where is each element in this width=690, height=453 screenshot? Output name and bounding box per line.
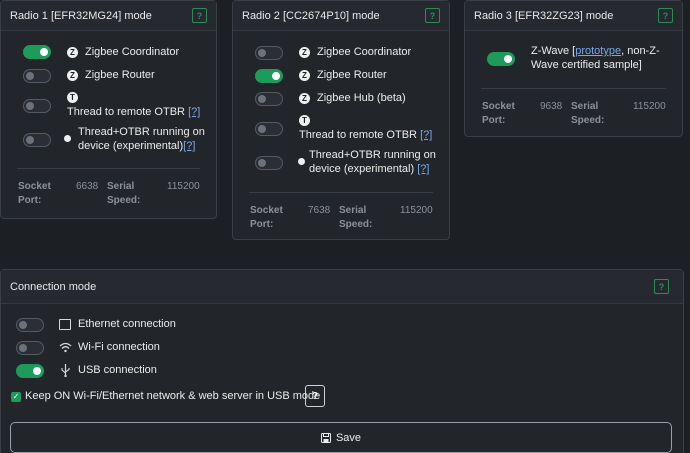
radio1-toggle-zigbee-router[interactable] xyxy=(23,69,51,83)
radio1-socket-port-label: Socket Port: xyxy=(18,181,51,206)
radio2-label-thread-otbr: Thread+OTBR running on device (experimen… xyxy=(309,148,436,176)
radio1-thread-remote-help-link[interactable]: [?] xyxy=(188,106,200,118)
zigbee-icon: Z xyxy=(299,47,310,58)
toggle-wifi[interactable] xyxy=(16,341,44,355)
radio1-serial-speed-value: 115200 xyxy=(167,181,200,192)
zigbee-icon: Z xyxy=(67,70,78,81)
radio2-card: Radio 2 [CC2674P10] mode ? Z Zigbee Coor… xyxy=(232,0,450,240)
keep-on-help-button[interactable]: ? xyxy=(305,385,325,407)
connection-header: Connection mode ? xyxy=(1,270,683,304)
connection-help-button[interactable]: ? xyxy=(654,279,669,294)
radio1-toggle-thread-remote[interactable] xyxy=(23,99,51,113)
radio3-zwave-post: , non-Z- xyxy=(621,45,660,57)
radio2-thread-otbr-line1: Thread+OTBR running on xyxy=(309,149,436,161)
radio2-toggle-thread-otbr[interactable] xyxy=(255,156,283,170)
radio2-label-zigbee-hub: Zigbee Hub (beta) xyxy=(317,92,406,104)
radio2-serial-speed-label: Serial Speed: xyxy=(339,205,373,230)
radio2-header: Radio 2 [CC2674P10] mode ? xyxy=(233,1,449,31)
radio2-label-zigbee-router: Zigbee Router xyxy=(317,69,387,81)
radio2-help-button[interactable]: ? xyxy=(425,8,440,23)
radio2-toggle-thread-remote[interactable] xyxy=(255,122,283,136)
radio1-label-thread-otbr: Thread+OTBR running on device (experimen… xyxy=(78,125,205,153)
radio2-thread-otbr-line2: device (experimental) xyxy=(309,163,415,175)
radio1-label-thread-remote: Thread to remote OTBR [?] xyxy=(67,105,200,119)
radio2-label-thread-remote: Thread to remote OTBR [?] xyxy=(299,128,432,142)
thread-icon xyxy=(298,158,305,165)
connection-title: Connection mode xyxy=(10,280,97,293)
zigbee-icon: Z xyxy=(299,93,310,104)
radio3-divider xyxy=(481,88,666,89)
radio1-card: Radio 1 [EFR32MG24] mode ? Z Zigbee Coor… xyxy=(0,0,217,219)
radio2-toggle-zigbee-router[interactable] xyxy=(255,69,283,83)
radio1-toggle-zigbee-coordinator[interactable] xyxy=(23,45,51,59)
radio2-serial-speed-value: 115200 xyxy=(400,205,433,216)
radio3-prototype-link[interactable]: prototype xyxy=(575,45,621,57)
radio2-divider xyxy=(249,192,433,193)
radio1-serial-speed-label: Serial Speed: xyxy=(107,181,141,206)
zigbee-icon: Z xyxy=(299,70,310,81)
radio1-thread-otbr-help-link[interactable]: [?] xyxy=(183,140,195,152)
radio1-label-zigbee-router: Zigbee Router xyxy=(85,69,155,81)
radio1-label-zigbee-coordinator: Zigbee Coordinator xyxy=(85,46,180,58)
save-icon xyxy=(320,432,331,443)
radio1-thread-otbr-line1: Thread+OTBR running on xyxy=(78,126,205,138)
save-button[interactable]: Save xyxy=(10,422,672,453)
radio2-title: Radio 2 [CC2674P10] mode xyxy=(242,9,380,22)
zigbee-icon: Z xyxy=(67,47,78,58)
label-wifi: Wi-Fi connection xyxy=(78,341,160,353)
toggle-ethernet[interactable] xyxy=(16,318,44,332)
radio1-toggle-thread-otbr[interactable] xyxy=(23,133,51,147)
radio3-card: Radio 3 [EFR32ZG23] mode ? Z-Wave [proto… xyxy=(464,0,683,137)
radio3-serial-speed-label: Serial Speed: xyxy=(571,101,605,126)
radio2-thread-remote-text: Thread to remote OTBR xyxy=(299,129,417,141)
radio2-toggle-zigbee-hub[interactable] xyxy=(255,92,283,106)
radio3-serial-speed-value: 115200 xyxy=(633,101,666,112)
keep-on-checkbox[interactable]: ✓ xyxy=(11,392,21,402)
wifi-icon xyxy=(59,342,72,353)
ethernet-icon xyxy=(59,319,71,330)
thread-icon xyxy=(64,135,71,142)
label-ethernet: Ethernet connection xyxy=(78,318,176,330)
radio1-socket-port-value: 6638 xyxy=(76,181,99,192)
radio2-thread-otbr-help-link[interactable]: [?] xyxy=(417,163,429,175)
thread-icon: T xyxy=(67,92,78,103)
radio1-title: Radio 1 [EFR32MG24] mode xyxy=(10,9,152,22)
radio3-socket-port-value: 9638 xyxy=(540,101,563,112)
usb-icon xyxy=(61,364,70,377)
thread-icon: T xyxy=(299,115,310,126)
radio2-thread-remote-help-link[interactable]: [?] xyxy=(420,129,432,141)
label-usb: USB connection xyxy=(78,364,157,376)
keep-on-label: Keep ON Wi-Fi/Ethernet network & web ser… xyxy=(25,390,321,402)
radio3-toggle-zwave[interactable] xyxy=(487,52,515,66)
radio3-zwave-pre: Z-Wave [ xyxy=(531,45,576,57)
radio1-thread-otbr-line2: device (experimental) xyxy=(78,140,184,152)
radio3-title: Radio 3 [EFR32ZG23] mode xyxy=(474,9,614,22)
save-label: Save xyxy=(335,431,362,444)
toggle-usb[interactable] xyxy=(16,364,44,378)
radio1-divider xyxy=(17,168,200,169)
radio2-socket-port-value: 7638 xyxy=(308,205,331,216)
radio3-header: Radio 3 [EFR32ZG23] mode ? xyxy=(465,1,682,31)
radio2-socket-port-label: Socket Port: xyxy=(250,205,283,230)
radio1-thread-remote-text: Thread to remote OTBR xyxy=(67,106,185,118)
radio2-toggle-zigbee-coordinator[interactable] xyxy=(255,46,283,60)
radio1-help-button[interactable]: ? xyxy=(192,8,207,23)
radio3-zwave-line2: Wave certified sample] xyxy=(531,59,642,71)
radio2-label-zigbee-coordinator: Zigbee Coordinator xyxy=(317,46,412,58)
radio3-label-zwave: Z-Wave [prototype, non-Z- Wave certified… xyxy=(531,44,660,72)
radio1-header: Radio 1 [EFR32MG24] mode ? xyxy=(1,1,216,31)
radio3-help-button[interactable]: ? xyxy=(658,8,673,23)
radio3-socket-port-label: Socket Port: xyxy=(482,101,515,126)
